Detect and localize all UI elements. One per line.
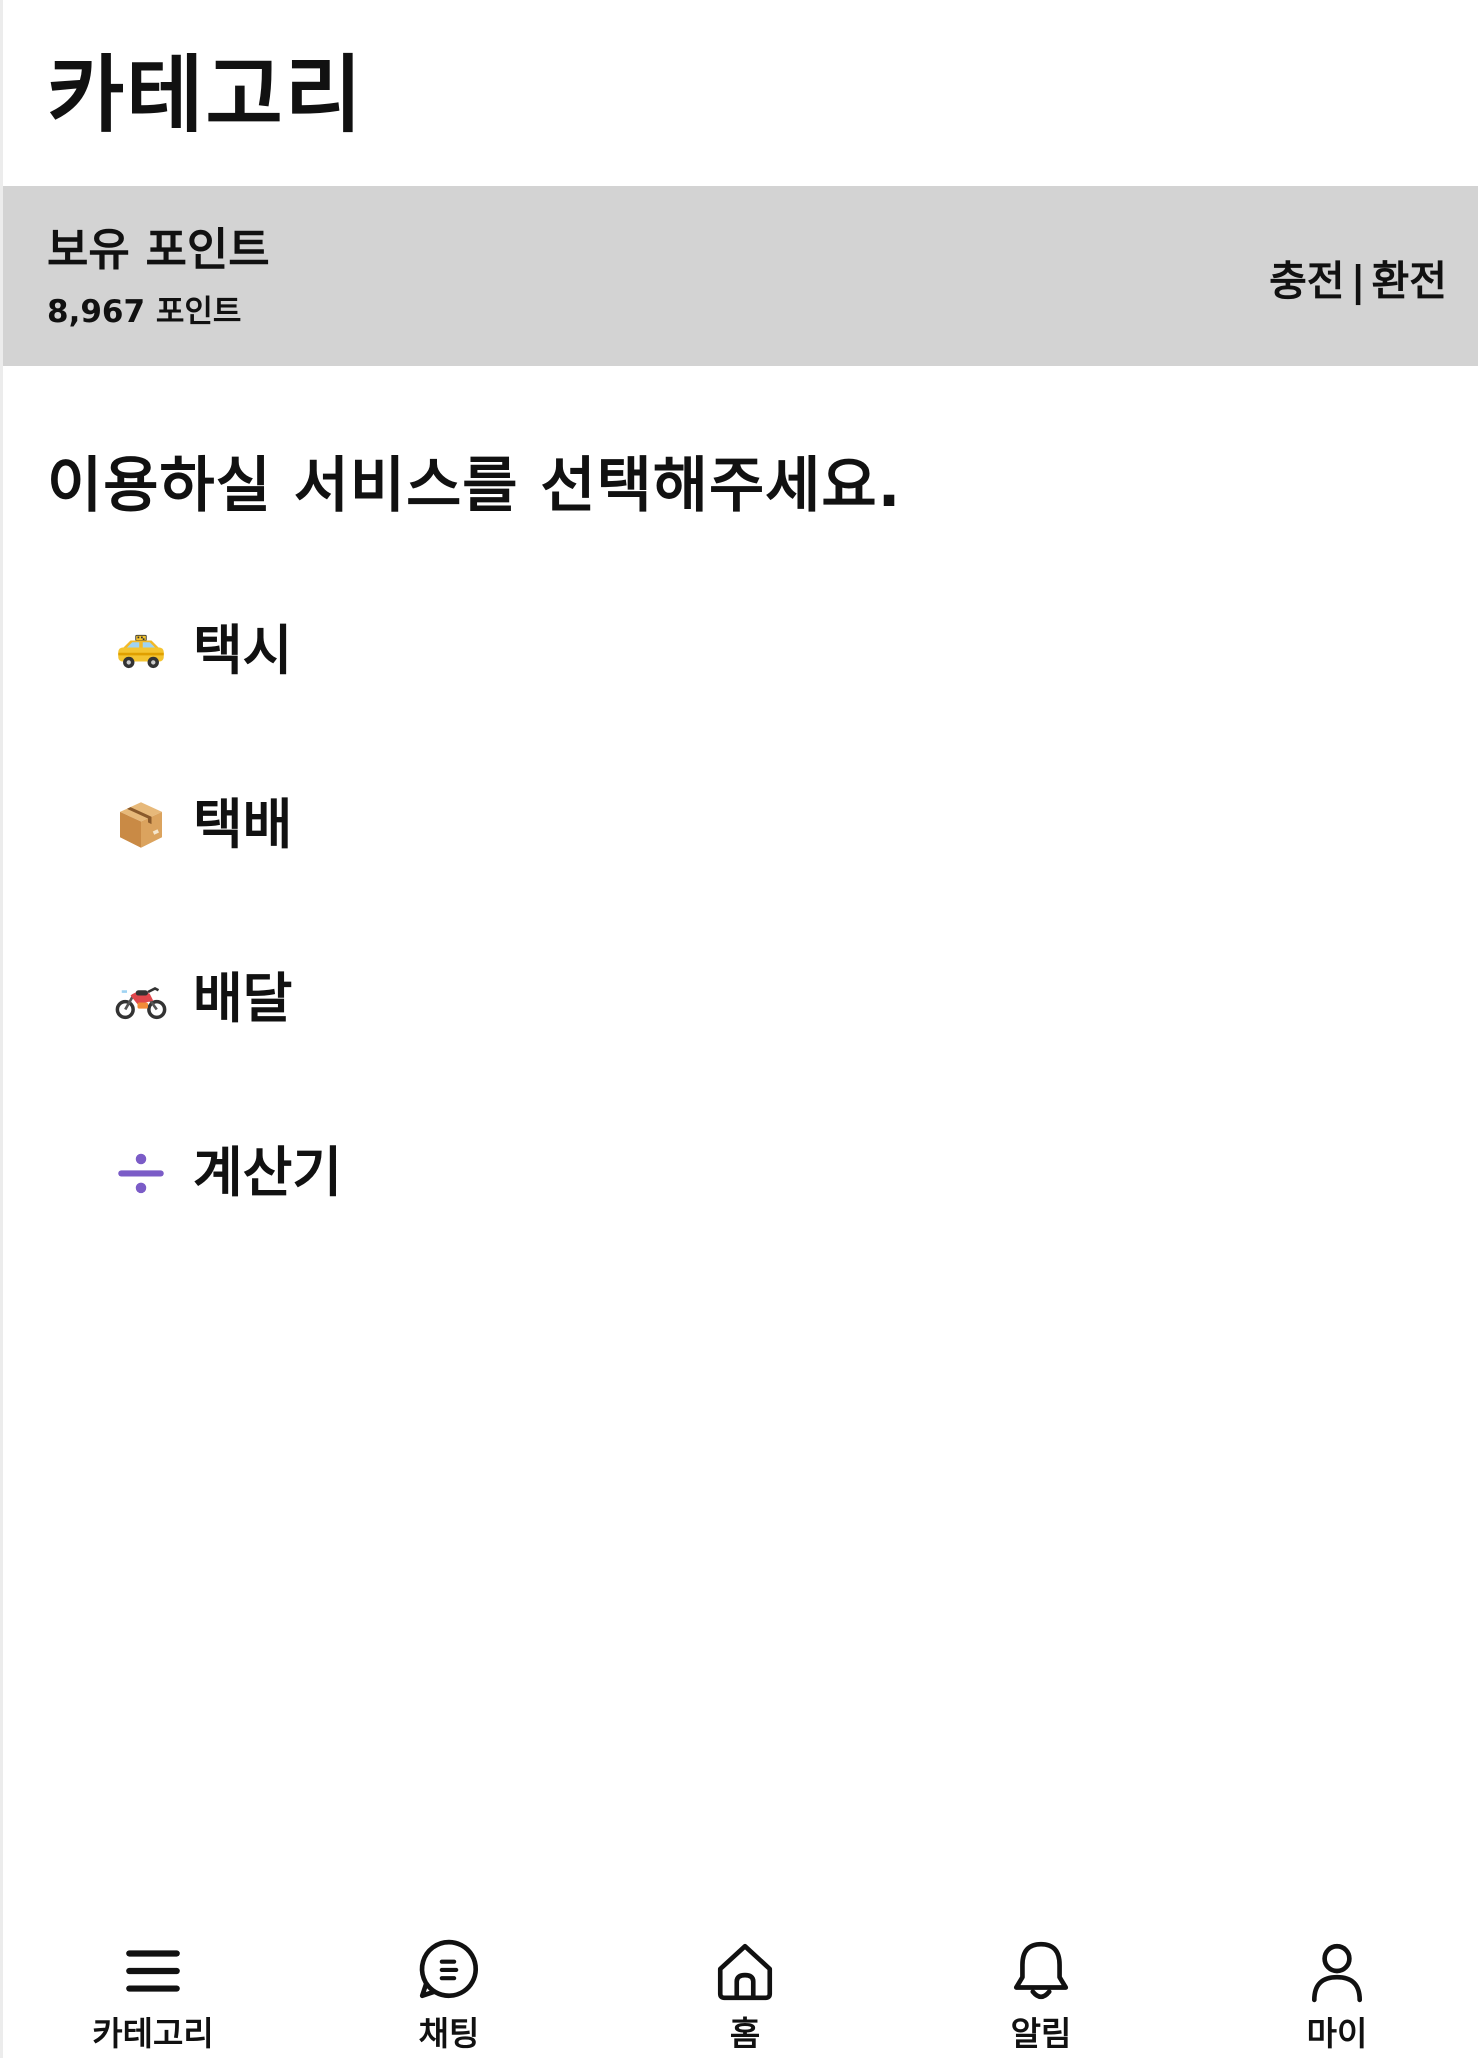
- category-page: 카테고리 보유 포인트 8,967 포인트 충전 | 환전 이용하실 서비스를 선택…: [0, 0, 1478, 2058]
- menu-icon: [126, 1950, 180, 1992]
- points-value: 8,967 포인트: [47, 294, 242, 330]
- service-item-delivery[interactable]: 배달: [113, 954, 813, 1044]
- nav-label: 홈: [729, 2014, 761, 2053]
- package-icon: [120, 802, 162, 848]
- service-label: 배달: [193, 967, 293, 1030]
- bottom-nav: 카테고리 채팅 홈 알림 마이: [3, 1920, 1478, 2058]
- nav-item-notifications[interactable]: 알림: [941, 1920, 1141, 2058]
- service-item-parcel[interactable]: 택배: [113, 780, 813, 870]
- service-list: 택시 택배 배달 계산기: [113, 606, 813, 1302]
- service-label: 택시: [193, 619, 293, 682]
- bell-icon: [1013, 1941, 1069, 2000]
- nav-item-home[interactable]: 홈: [645, 1920, 845, 2058]
- user-icon: [1311, 1943, 1363, 2003]
- nav-item-category[interactable]: 카테고리: [53, 1920, 253, 2058]
- divide-icon: [118, 1153, 164, 1194]
- nav-label: 마이: [1306, 2014, 1368, 2053]
- service-item-calculator[interactable]: 계산기: [113, 1128, 813, 1218]
- exchange-link[interactable]: 환전: [1372, 257, 1447, 305]
- motorcycle-icon: [115, 987, 167, 1020]
- home-icon: [717, 1943, 773, 2001]
- nav-item-my[interactable]: 마이: [1237, 1920, 1437, 2058]
- nav-item-chat[interactable]: 채팅: [349, 1920, 549, 2058]
- points-actions-separator: |: [1350, 257, 1366, 305]
- nav-label: 알림: [1010, 2014, 1072, 2053]
- charge-link[interactable]: 충전: [1269, 257, 1344, 305]
- page-title: 카테고리: [47, 46, 365, 144]
- service-item-taxi[interactable]: 택시: [113, 606, 813, 696]
- taxi-icon: [118, 634, 164, 669]
- chat-icon: [419, 1939, 479, 1999]
- service-label: 계산기: [193, 1141, 343, 1204]
- points-label: 보유 포인트: [47, 223, 270, 276]
- points-actions: 충전 | 환전: [1269, 256, 1447, 306]
- points-bar: 보유 포인트 8,967 포인트 충전 | 환전: [3, 186, 1478, 366]
- nav-label: 카테고리: [92, 2014, 214, 2053]
- service-label: 택배: [193, 793, 293, 856]
- service-prompt: 이용하실 서비스를 선택해주세요.: [47, 451, 902, 521]
- nav-label: 채팅: [418, 2014, 480, 2053]
